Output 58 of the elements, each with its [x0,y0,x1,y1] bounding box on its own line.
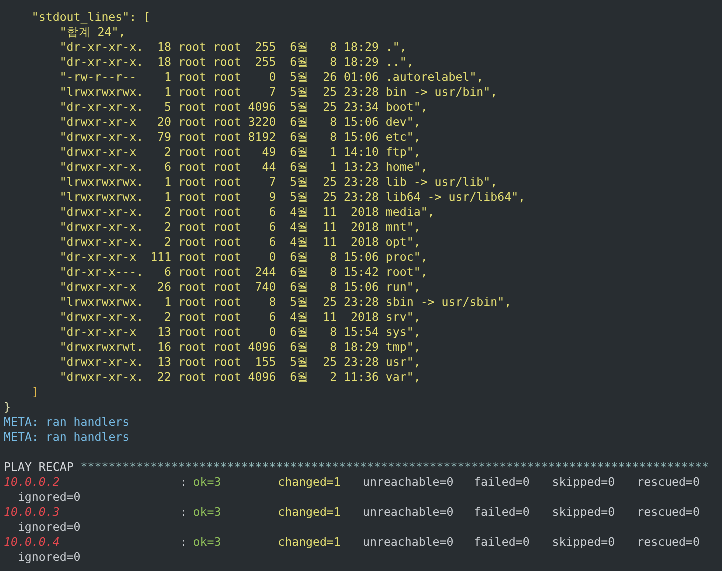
stat-value: unreachable=0 [363,475,454,489]
stat-value: changed=1 [278,535,341,549]
stat-value: ok=3 [193,505,222,519]
stat-value: skipped=0 [552,475,616,489]
recap-title: PLAY RECAP [4,460,74,475]
code-line: "drwxr-xr-x. 13 root root 155 5월 25 23:28 usr", [60,355,421,369]
colon: : [180,535,188,550]
stat-value: ignored=0 [18,520,81,534]
code-line: "dr-xr-xr-x. 18 root root 255 6월 8 18:29 ..", [60,55,414,69]
log-line: META: ran handlers [4,415,130,429]
code-line: "dr-xr-xr-x. 5 root root 4096 5월 25 23:34 boot", [60,100,428,114]
stat-value: rescued=0 [637,475,700,489]
log-line: META: ran handlers [4,430,130,444]
host-name: 10.0.0.2 [4,475,61,490]
code-line: ] [32,385,39,399]
colon: : [180,475,188,490]
stat-value: failed=0 [474,535,530,549]
stat-value: failed=0 [474,475,530,489]
code-line: "lrwxrwxrwx. 1 root root 8 5월 25 23:28 sbin -> usr/sbin", [60,295,512,309]
code-line: "lrwxrwxrwx. 1 root root 9 5월 25 23:28 lib64 -> usr/lib64", [60,190,526,204]
code-line: "dr-xr-xr-x. 18 root root 255 6월 8 18:29 .", [60,40,407,54]
stat-value: ignored=0 [18,490,81,504]
code-line: "drwxr-xr-x. 2 root root 6 4월 11 2018 opt", [60,235,421,249]
code-line: "drwxr-xr-x. 2 root root 6 4월 11 2018 srv", [60,310,421,324]
code-line: "drwxr-xr-x 26 root root 740 6월 8 15:06 run", [60,280,421,294]
code-line: } [4,400,11,414]
code-line: "drwxr-xr-x 2 root root 49 6월 1 14:10 ftp", [60,145,421,159]
code-line: "stdout_lines": [ [32,10,151,24]
code-line: "drwxr-xr-x. 79 root root 8192 6월 8 15:06 etc", [60,130,421,144]
code-line: "lrwxrwxrwx. 1 root root 7 5월 25 23:28 bin -> usr/bin", [60,85,498,99]
code-line: "합계 24", [60,25,126,39]
stat-value: rescued=0 [637,505,700,519]
host-name: 10.0.0.3 [4,505,61,520]
code-line: "dr-xr-x---. 6 root root 244 6월 8 15:42 root", [60,265,428,279]
code-line: "drwxr-xr-x. 6 root root 44 6월 1 13:23 home", [60,160,428,174]
stat-value: skipped=0 [552,535,616,549]
colon: : [180,505,188,520]
code-line: "drwxr-xr-x 20 root root 3220 6월 8 15:06 dev", [60,115,421,129]
stat-value: unreachable=0 [363,535,454,549]
stat-value: changed=1 [278,505,341,519]
stat-value: ok=3 [193,475,222,489]
stat-value: changed=1 [278,475,341,489]
code-line: "drwxr-xr-x. 2 root root 6 4월 11 2018 mnt", [60,220,421,234]
code-line: "-rw-r--r-- 1 root root 0 5월 26 01:06 .autorelabel", [60,70,484,84]
code-line: "lrwxrwxrwx. 1 root root 7 5월 25 23:28 lib -> usr/lib", [60,175,498,189]
stat-value: ignored=0 [18,550,81,564]
code-line: "drwxr-xr-x. 22 root root 4096 6월 2 11:36 var", [60,370,421,384]
separator-line: ****************************************************************************************** [80,460,709,475]
code-line: "dr-xr-xr-x 13 root root 0 6월 8 15:54 sys", [60,325,421,339]
stat-value: unreachable=0 [363,505,454,519]
stat-value: skipped=0 [552,505,616,519]
stat-value: ok=3 [193,535,222,549]
stat-value: failed=0 [474,505,530,519]
code-line: "drwxrwxrwt. 16 root root 4096 6월 8 18:29 tmp", [60,340,421,354]
stat-value: rescued=0 [637,535,700,549]
code-line: "drwxr-xr-x. 2 root root 6 4월 11 2018 media", [60,205,435,219]
host-name: 10.0.0.4 [4,535,61,550]
code-line: "dr-xr-xr-x 111 root root 0 6월 8 15:06 proc", [60,250,428,264]
